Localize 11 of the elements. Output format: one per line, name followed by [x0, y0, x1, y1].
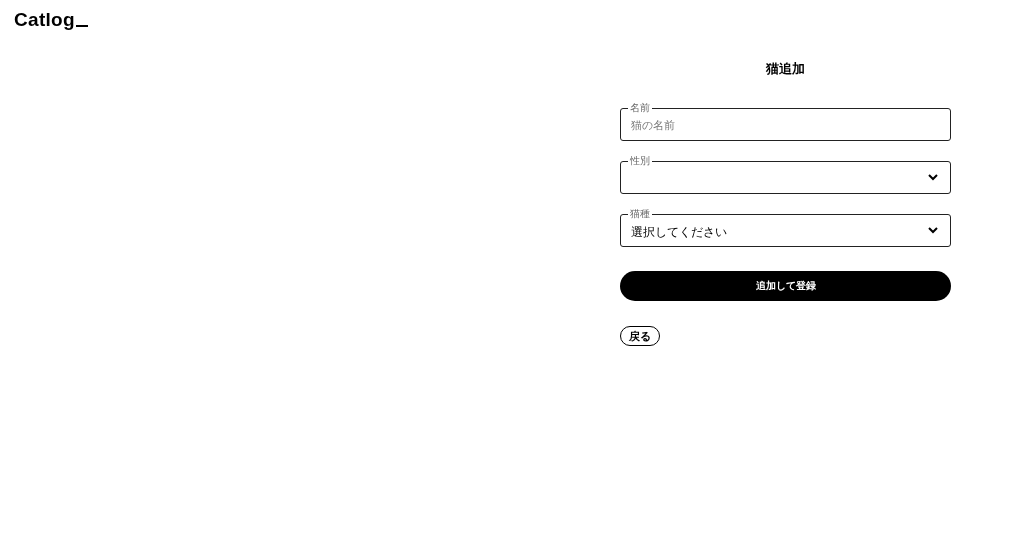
logo: Catlog — [14, 9, 75, 31]
field-label: 名前 — [628, 102, 652, 113]
back-button[interactable]: 戻る — [620, 326, 660, 346]
form-title: 猫追加 — [766, 60, 805, 78]
select-value: 選択してください — [631, 223, 728, 240]
field-label: 性別 — [628, 155, 652, 166]
cursor-underline — [75, 25, 88, 27]
chevron-down-icon — [928, 227, 938, 234]
chevron-down-icon — [928, 174, 938, 181]
field-label: 猫種 — [628, 208, 652, 219]
submit-button[interactable]: 追加して登録 — [620, 271, 951, 301]
